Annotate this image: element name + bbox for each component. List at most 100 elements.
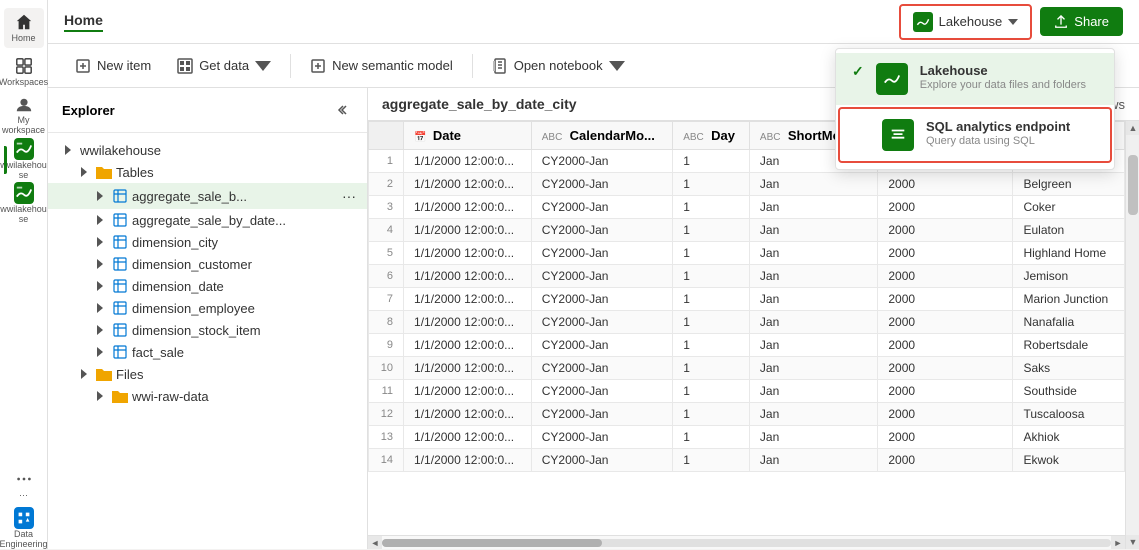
notebook-icon [492, 58, 508, 74]
table3-chevron-icon [92, 256, 108, 272]
col-calendarmo-label: CalendarMo... [570, 128, 655, 143]
sidebar-item-more[interactable]: ··· [4, 465, 44, 505]
table-cell: CY2000-Jan [531, 334, 672, 357]
tree-table-7[interactable]: fact_sale [48, 341, 367, 363]
new-item-icon [75, 58, 91, 74]
open-notebook-label: Open notebook [514, 58, 603, 73]
table-row: 101/1/2000 12:00:0...CY2000-Jan1Jan2000S… [369, 357, 1125, 380]
table-cell: 2000 [878, 311, 1013, 334]
tree-table-5[interactable]: dimension_employee [48, 297, 367, 319]
share-button[interactable]: Share [1040, 7, 1123, 36]
data-table-wrapper: 📅 Date ABC CalendarMo... ABC Day [368, 121, 1139, 549]
dropdown-sql-subtitle: Query data using SQL [926, 135, 1094, 147]
table-cell: 2000 [878, 265, 1013, 288]
sidebar-item-my-workspace[interactable]: My workspace [4, 96, 44, 136]
table1-icon [112, 212, 128, 228]
tree-table-4[interactable]: dimension_date [48, 275, 367, 297]
scroll-left-button[interactable]: ◄ [368, 536, 382, 550]
new-item-label: New item [97, 58, 151, 73]
files-chevron-icon [76, 366, 92, 382]
table-cell: 1 [673, 403, 750, 426]
tree-root[interactable]: wwilakehouse [48, 139, 367, 161]
table-cell: 1/1/2000 12:00:0... [404, 196, 532, 219]
sidebar-data-engineering-label: Data Engineering [0, 530, 48, 550]
top-bar-right: Lakehouse Share ✓ [899, 4, 1123, 40]
table-cell: Marion Junction [1013, 288, 1125, 311]
table-cell: Jan [749, 288, 877, 311]
scroll-up-button[interactable]: ▲ [1126, 121, 1139, 135]
table-cell: 1/1/2000 12:00:0... [404, 173, 532, 196]
table-cell: 1 [673, 426, 750, 449]
get-data-label: Get data [199, 58, 249, 73]
table7-icon [112, 344, 128, 360]
tree-area: wwilakehouse Tables [48, 133, 367, 549]
table0-icon [112, 188, 128, 204]
share-icon [1054, 15, 1068, 29]
explorer-collapse-button[interactable] [329, 98, 353, 122]
get-data-button[interactable]: Get data [166, 51, 282, 81]
tree-table-2[interactable]: dimension_city [48, 231, 367, 253]
home-icon [14, 12, 34, 32]
table0-menu-icon[interactable]: ··· [339, 186, 359, 206]
tree-table-6[interactable]: dimension_stock_item [48, 319, 367, 341]
data-table: 📅 Date ABC CalendarMo... ABC Day [368, 121, 1125, 472]
notebook-chevron-icon [609, 58, 625, 74]
table-cell: 1/1/2000 12:00:0... [404, 449, 532, 472]
tree-files[interactable]: Files [48, 363, 367, 385]
open-notebook-button[interactable]: Open notebook [481, 51, 636, 81]
sidebar-workspaces-label: Workspaces [0, 78, 48, 88]
lakehouse-dropdown-button[interactable]: Lakehouse [899, 4, 1033, 40]
table-cell: 1/1/2000 12:00:0... [404, 334, 532, 357]
scroll-down-button[interactable]: ▼ [1126, 535, 1139, 549]
semantic-model-icon [310, 58, 326, 74]
sidebar-item-wwilakehouse2[interactable]: wwilakehou se [4, 184, 44, 224]
vscroll-thumb[interactable] [1128, 155, 1138, 215]
table-row: 61/1/2000 12:00:0...CY2000-Jan1Jan2000Je… [369, 265, 1125, 288]
table-cell: Ekwok [1013, 449, 1125, 472]
table-cell: CY2000-Jan [531, 449, 672, 472]
sidebar-item-workspaces[interactable]: Workspaces [4, 52, 44, 92]
table-cell: 1/1/2000 12:00:0... [404, 150, 532, 173]
table-cell: Jan [749, 449, 877, 472]
row-number: 3 [369, 196, 404, 219]
root-chevron-icon [60, 142, 76, 158]
tree-table-3[interactable]: dimension_customer [48, 253, 367, 275]
sidebar-item-data-engineering[interactable]: Data Engineering [4, 509, 44, 549]
dropdown-item-sql-analytics[interactable]: SQL analytics endpoint Query data using … [838, 107, 1112, 163]
hscroll-thumb[interactable] [382, 539, 602, 547]
table-cell: 1/1/2000 12:00:0... [404, 357, 532, 380]
table-cell: Jan [749, 311, 877, 334]
sidebar-item-wwilakehouse1[interactable]: wwilakehou se [4, 140, 44, 180]
table5-label: dimension_employee [132, 301, 359, 316]
table-row: 141/1/2000 12:00:0...CY2000-Jan1Jan2000E… [369, 449, 1125, 472]
top-bar-left: Home [64, 12, 103, 32]
dropdown-item-lakehouse[interactable]: ✓ Lakehouse Explore your data files and … [836, 53, 1114, 105]
dropdown-lakehouse-info: Lakehouse Explore your data files and fo… [920, 63, 1098, 91]
new-semantic-model-button[interactable]: New semantic model [299, 51, 464, 81]
table-cell: Saks [1013, 357, 1125, 380]
tree-table-0[interactable]: aggregate_sale_b... ··· [48, 183, 367, 209]
toolbar-separator-1 [290, 54, 291, 78]
table6-chevron-icon [92, 322, 108, 338]
new-item-button[interactable]: New item [64, 51, 162, 81]
date-type-icon: 📅 [414, 132, 426, 143]
table-cell: 2000 [878, 449, 1013, 472]
table-cell: 2000 [878, 403, 1013, 426]
file0-icon [112, 388, 128, 404]
dropdown-lakehouse-title: Lakehouse [920, 63, 1098, 78]
table-cell: Jan [749, 173, 877, 196]
new-semantic-model-label: New semantic model [332, 58, 453, 73]
tree-table-1[interactable]: aggregate_sale_by_date... [48, 209, 367, 231]
table-cell: 1 [673, 242, 750, 265]
table-cell: 1 [673, 265, 750, 288]
table6-icon [112, 322, 128, 338]
sidebar-item-home[interactable]: Home [4, 8, 44, 48]
data-table-container[interactable]: 📅 Date ABC CalendarMo... ABC Day [368, 121, 1139, 549]
table-cell: CY2000-Jan [531, 357, 672, 380]
scroll-right-button[interactable]: ► [1111, 536, 1125, 550]
row-number: 12 [369, 403, 404, 426]
table-cell: 2000 [878, 357, 1013, 380]
row-number: 4 [369, 219, 404, 242]
tree-tables[interactable]: Tables [48, 161, 367, 183]
tree-file-0[interactable]: wwi-raw-data [48, 385, 367, 407]
